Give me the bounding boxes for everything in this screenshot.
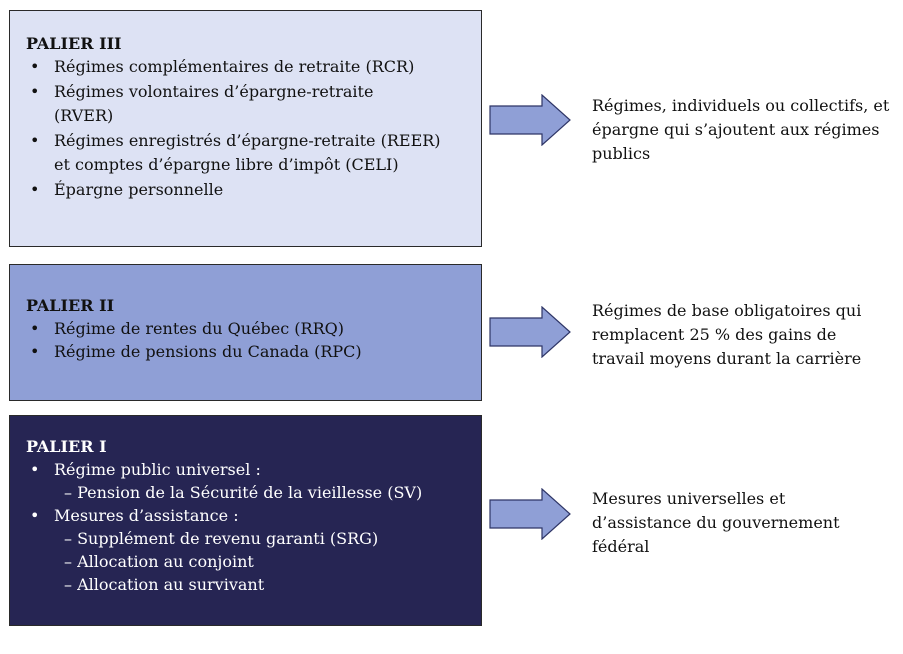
tier-1-item: Régime public universel : – Pension de l… — [26, 458, 481, 504]
right-arrow-icon — [489, 488, 571, 540]
tier-3-item: Régimes volontaires d’épargne-retraite (… — [26, 80, 384, 129]
tier-1-box: PALIER I Régime public universel : – Pen… — [9, 415, 482, 626]
tier-1-item-label: Mesures d’assistance : — [54, 506, 239, 525]
tier-2-item: Régime de rentes du Québec (RRQ) — [26, 317, 481, 340]
tier-1-subitem: – Supplément de revenu garanti (SRG) — [64, 529, 379, 548]
tier-2-list: Régime de rentes du Québec (RRQ) Régime … — [26, 317, 481, 363]
tier-1-list: Régime public universel : – Pension de l… — [26, 458, 481, 596]
tier-1-item: Mesures d’assistance : – Supplément de r… — [26, 504, 481, 596]
tier-2-item: Régime de pensions du Canada (RPC) — [26, 340, 481, 363]
right-arrow-icon — [489, 306, 571, 358]
tier-1-item-label: Régime public universel : — [54, 460, 261, 479]
tier-1-subitem: – Allocation au conjoint — [64, 552, 254, 571]
tier-1-description: Mesures universelles et d’assistance du … — [592, 489, 840, 556]
tier-1-title: PALIER I — [26, 437, 107, 456]
tier-1-subitem: – Allocation au survivant — [64, 575, 265, 594]
tier-3-box: PALIER III Régimes complémentaires de re… — [9, 10, 482, 247]
tier-3-item: Régimes complémentaires de retraite (RCR… — [26, 55, 481, 80]
tier-1-subitem: – Pension de la Sécurité de la vieilless… — [64, 483, 423, 502]
tier-1-sublist: – Supplément de revenu garanti (SRG) – A… — [54, 527, 481, 596]
tier-2-title: PALIER II — [26, 296, 115, 315]
tier-2-description: Régimes de base obligatoires qui remplac… — [592, 301, 862, 368]
tier-3-item: Régimes enregistrés d’épargne-retraite (… — [26, 129, 454, 178]
tier-3-item: Épargne personnelle — [26, 178, 481, 203]
tier-1-sublist: – Pension de la Sécurité de la vieilless… — [54, 481, 481, 504]
tier-3-title: PALIER III — [26, 34, 122, 53]
tier-3-description: Régimes, individuels ou collectifs, et é… — [592, 96, 890, 163]
tier-3-list: Régimes complémentaires de retraite (RCR… — [26, 55, 481, 202]
right-arrow-icon — [489, 94, 571, 146]
tier-2-box: PALIER II Régime de rentes du Québec (RR… — [9, 264, 482, 401]
